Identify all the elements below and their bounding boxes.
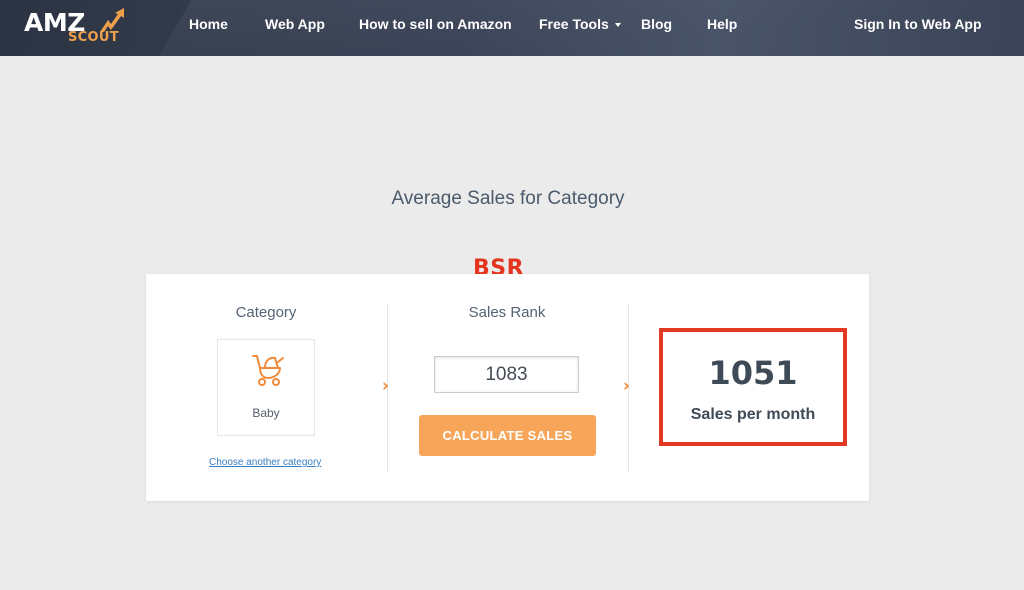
result-highlight-box: 1051 Sales per month [659, 328, 847, 446]
nav-free-tools-dropdown[interactable]: Free Tools [539, 16, 621, 36]
category-selector[interactable]: Baby [217, 339, 315, 436]
chevron-right-icon: › [382, 376, 390, 396]
nav-blog[interactable]: Blog [641, 16, 672, 36]
chevron-right-icon: › [623, 376, 631, 396]
calculate-sales-button[interactable]: CALCULATE SALES [419, 415, 596, 456]
sales-per-month-value: 1051 [708, 354, 798, 392]
sales-rank-input[interactable] [434, 356, 579, 393]
chevron-down-icon [614, 23, 621, 28]
category-label: Category [235, 304, 297, 321]
nav-how-to-sell[interactable]: How to sell on Amazon [359, 16, 512, 36]
choose-another-category-link[interactable]: Choose another category [209, 457, 321, 468]
page-title: Average Sales for Category [391, 188, 625, 209]
top-nav-bar: AMZ SCOUT Home Web App How to sell on Am… [0, 0, 1024, 56]
nav-home[interactable]: Home [189, 16, 228, 36]
sales-per-month-label: Sales per month [690, 406, 816, 423]
sign-in-link[interactable]: Sign In to Web App [854, 16, 982, 36]
sales-rank-label: Sales Rank [468, 304, 546, 321]
amzscout-logo[interactable]: AMZ SCOUT [24, 8, 134, 48]
stroller-icon [252, 355, 284, 386]
logo-text-scout: SCOUT [68, 30, 119, 45]
category-name: Baby [252, 406, 280, 420]
nav-help[interactable]: Help [707, 16, 737, 36]
nav-free-tools-label: Free Tools [539, 16, 609, 32]
nav-web-app[interactable]: Web App [265, 16, 325, 36]
